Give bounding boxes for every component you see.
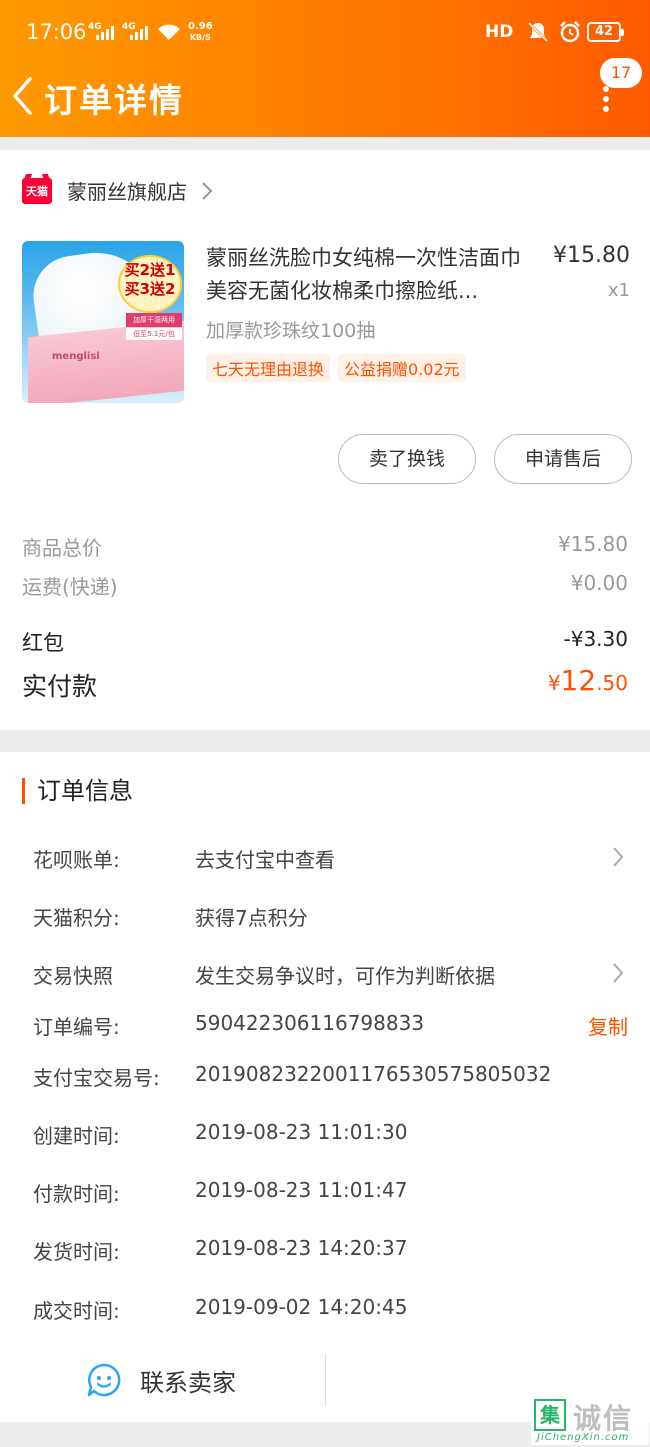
service-tags: 七天无理由退换 公益捐赠0.02元 [206,354,466,382]
paid-time-row: 付款时间: 2019-08-23 11:01:47 [0,1170,650,1210]
order-info-card: 订单信息 花呗账单: 去支付宝中查看 天猫积分: 获得7点积分 交易快照 发生交… [0,752,650,1422]
product-title[interactable]: 蒙丽丝洗脸巾女纯棉一次性洁面巾美容无菌化妆棉柔巾擦脸纸... [206,242,536,308]
status-bar: 17:06 4G 4G 0.96 KB/S HD 42 [0,0,650,64]
product-price: ¥15.80 [553,243,630,268]
sell-for-cash-button[interactable]: 卖了换钱 [338,434,476,484]
shipping-value: ¥0.00 [570,571,628,595]
paid-decimal: .50 [596,671,628,695]
info-label: 发货时间: [33,1240,120,1264]
order-number-row: 订单编号: 590422306116798833 复制 [0,1003,650,1043]
info-label: 创建时间: [33,1124,120,1148]
info-value: 2019-08-23 11:01:47 [195,1178,408,1202]
speed-unit: KB/S [189,33,211,42]
speed-value: 0.96 [188,21,213,32]
chevron-right-icon [613,847,624,867]
watermark-url: JiChengXin.com [537,1432,630,1443]
order-product-card: 天猫 蒙丽丝旗舰店 menglisi 买2送1 买3送2 加厚干湿两用 低至5.… [0,150,650,730]
network-speed: 0.96 KB/S [188,21,213,43]
info-value: 2019-08-23 14:20:37 [195,1236,408,1260]
info-label: 交易快照 [33,964,113,988]
tag-charity: 公益捐赠0.02元 [338,354,466,382]
order-info-title: 订单信息 [22,778,133,804]
back-arrow-icon[interactable] [10,75,36,117]
info-label: 成交时间: [33,1299,120,1323]
info-value: 获得7点积分 [195,906,308,930]
divider [325,1354,326,1406]
info-label: 支付宝交易号: [33,1066,160,1090]
info-value: 去支付宝中查看 [195,848,335,872]
info-label: 花呗账单: [33,848,120,872]
site-watermark: 集 诚信 JiChengXin.com [531,1395,649,1445]
contact-seller-button[interactable]: 联系卖家 [86,1362,236,1398]
paid-currency: ¥ [547,671,561,695]
promo-strip: 加厚干湿两用 [126,313,182,327]
product-image[interactable]: menglisi 买2送1 买3送2 加厚干湿两用 低至5.1元/包 [22,241,184,403]
signal-icon [96,26,114,40]
info-value: 2019-08-23 11:01:30 [195,1120,408,1144]
chevron-right-icon [613,963,624,983]
box-brand-text: menglisi [52,351,100,362]
red-packet-value: -¥3.30 [563,627,628,651]
chat-bubble-icon [87,1363,121,1397]
product-sku: 加厚款珍珠纹100抽 [206,320,376,342]
info-label: 天猫积分: [33,906,120,930]
huabei-bill-row[interactable]: 花呗账单: 去支付宝中查看 [0,836,650,876]
watermark-logo: 集 [534,1399,566,1431]
page-title: 订单详情 [44,81,184,120]
info-value: 2019082322001176530575805032 [195,1062,552,1086]
promo-price-strip: 低至5.1元/包 [126,328,182,340]
tmall-points-row: 天猫积分: 获得7点积分 [0,894,650,934]
more-menu-icon[interactable] [598,86,614,112]
info-label: 付款时间: [33,1182,120,1206]
info-value: 590422306116798833 [195,1011,425,1035]
header-bar: 17:06 4G 4G 0.96 KB/S HD 42 订单详情 17 [0,0,650,137]
signal-icon-2 [130,26,148,40]
hd-indicator: HD [485,22,514,42]
message-count-badge[interactable]: 17 [600,58,642,88]
paid-amount-label: 实付款 [22,672,98,701]
promo-line-2: 买3送2 [124,280,176,298]
alipay-trade-row: 支付宝交易号: 2019082322001176530575805032 [0,1054,650,1094]
battery-icon: 42 [587,22,624,42]
paid-amount-value: ¥12.50 [548,664,628,697]
copy-button[interactable]: 复制 [588,1011,628,1040]
info-value: 2019-09-02 14:20:45 [195,1295,408,1319]
completed-time-row: 成交时间: 2019-09-02 14:20:45 [0,1287,650,1327]
store-link[interactable]: 天猫 蒙丽丝旗舰店 [22,176,213,205]
chevron-right-icon [202,181,213,200]
status-time: 17:06 [26,20,87,44]
contact-seller-label: 联系卖家 [140,1368,236,1397]
goods-total-value: ¥15.80 [558,532,628,556]
wifi-icon [158,24,180,40]
promo-burst: 买2送1 买3送2 [118,255,182,313]
shipped-time-row: 发货时间: 2019-08-23 14:20:37 [0,1228,650,1268]
trade-snapshot-row[interactable]: 交易快照 发生交易争议时，可作为判断依据 [0,952,650,992]
store-name: 蒙丽丝旗舰店 [67,180,187,204]
battery-level: 42 [594,24,614,39]
mute-icon [527,21,549,43]
paid-integer: 12 [560,664,597,697]
after-sale-button[interactable]: 申请售后 [494,434,632,484]
created-time-row: 创建时间: 2019-08-23 11:01:30 [0,1112,650,1152]
watermark-text: 诚信 [573,1402,634,1435]
info-value: 发生交易争议时，可作为判断依据 [195,964,495,988]
tmall-icon: 天猫 [22,177,52,204]
product-quantity: x1 [607,280,630,301]
info-label: 订单编号: [33,1015,120,1039]
tag-return: 七天无理由退换 [206,354,331,382]
red-packet-label: 红包 [22,631,64,655]
promo-line-1: 买2送1 [124,261,176,279]
shipping-label: 运费(快递) [22,575,118,599]
alarm-icon [560,21,580,43]
goods-total-label: 商品总价 [22,536,102,560]
